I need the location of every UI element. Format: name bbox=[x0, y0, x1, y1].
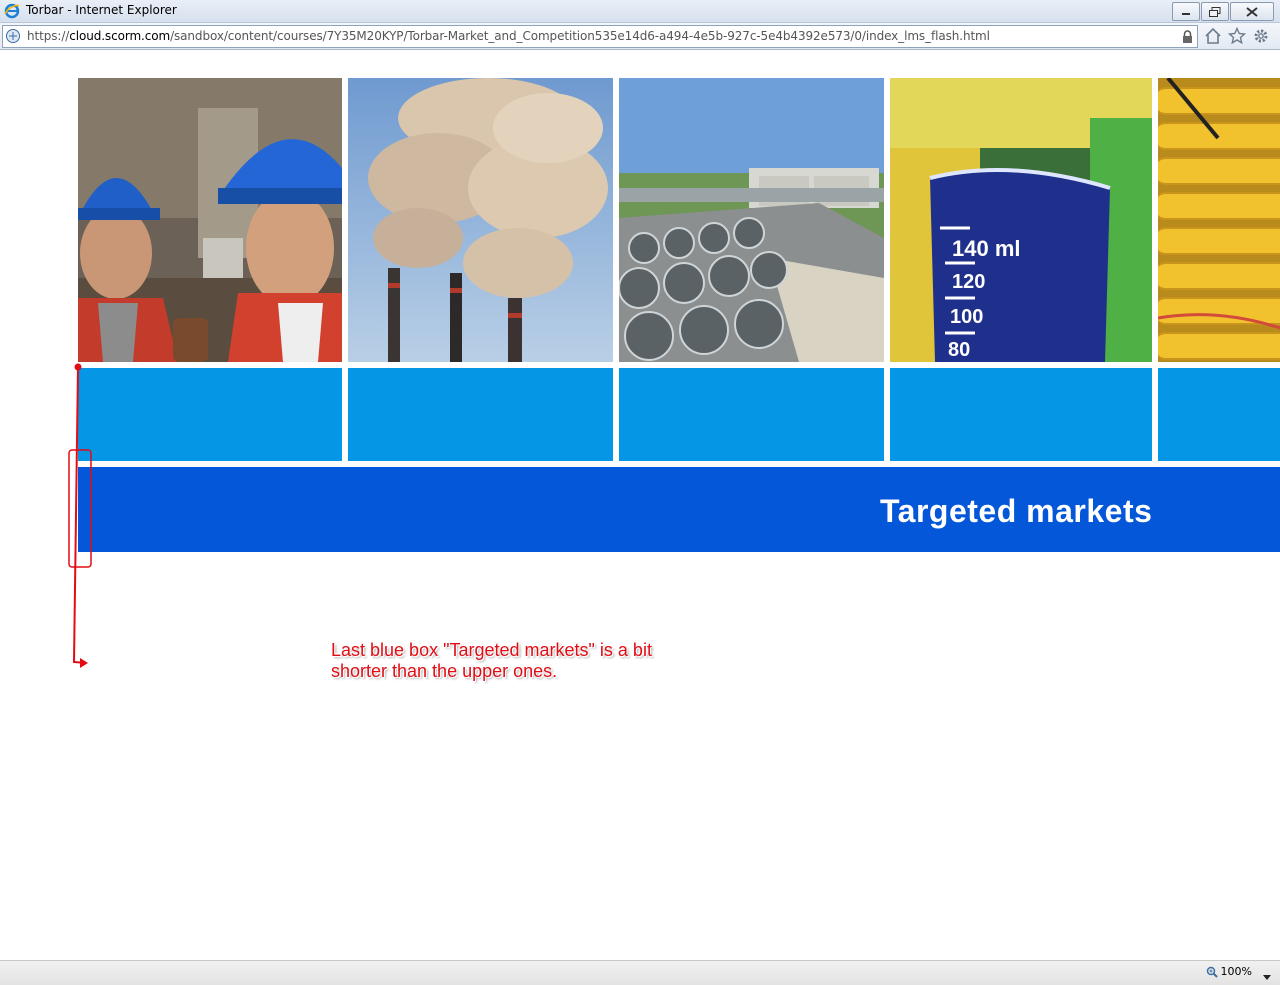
minimize-icon bbox=[1182, 12, 1190, 15]
minimize-button[interactable] bbox=[1172, 2, 1200, 21]
settings-gear-icon[interactable] bbox=[1252, 27, 1270, 45]
favorites-star-icon[interactable] bbox=[1227, 26, 1247, 45]
close-icon bbox=[1246, 6, 1258, 17]
page-icon bbox=[5, 28, 21, 44]
annotation-arrowhead bbox=[80, 658, 88, 668]
annotation-arrow-line bbox=[72, 366, 87, 664]
status-bar: 100% bbox=[0, 960, 1280, 985]
annotation-marks bbox=[68, 363, 92, 668]
home-icon[interactable] bbox=[1204, 27, 1222, 45]
url-field[interactable]: https://cloud.scorm.com/sandbox/content/… bbox=[2, 25, 1198, 48]
annotation-highlight-box bbox=[68, 449, 92, 568]
lock-icon[interactable] bbox=[1182, 29, 1193, 48]
zoom-control[interactable]: 100% bbox=[1206, 965, 1252, 978]
address-bar: https://cloud.scorm.com/sandbox/content/… bbox=[0, 23, 1280, 50]
page-content: 140 ml 120 100 80 Targeted markets Last … bbox=[0, 50, 1280, 960]
restore-icon bbox=[1209, 6, 1221, 17]
dropdown-arrow-icon[interactable] bbox=[1262, 966, 1272, 985]
annotation-note: Last blue box "Targeted markets" is a bi… bbox=[331, 640, 652, 681]
restore-button[interactable] bbox=[1201, 2, 1229, 21]
url-text[interactable]: https://cloud.scorm.com/sandbox/content/… bbox=[27, 29, 990, 43]
ie-logo-icon bbox=[4, 3, 20, 19]
zoom-icon bbox=[1206, 966, 1218, 978]
zoom-level: 100% bbox=[1220, 965, 1252, 978]
close-button[interactable] bbox=[1230, 2, 1274, 21]
window-title-bar: Torbar - Internet Explorer bbox=[0, 0, 1280, 23]
window-title: Torbar - Internet Explorer bbox=[26, 3, 177, 17]
